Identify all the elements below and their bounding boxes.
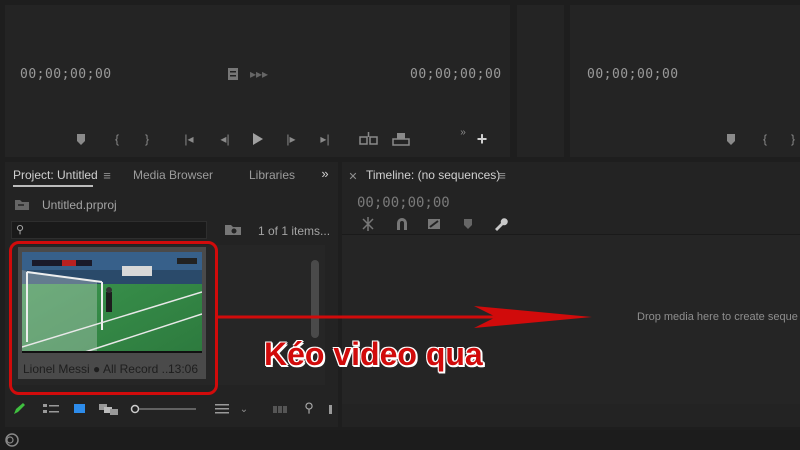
new-bin-icon[interactable] [224, 222, 242, 238]
tab-project-underline [13, 185, 93, 187]
insert-icon[interactable] [358, 130, 378, 148]
items-count: 1 of 1 items... [258, 224, 331, 238]
timeline-timecode[interactable]: 00;00;00;00 [357, 195, 450, 211]
program-mark-out-icon[interactable]: } [784, 130, 800, 148]
tab-project[interactable]: Project: Untitled [13, 168, 98, 182]
mark-in-icon[interactable]: { [108, 130, 126, 148]
step-back-icon[interactable]: ◂| [216, 130, 234, 148]
drop-media-hint: Drop media here to create seque [637, 311, 798, 323]
go-to-out-icon[interactable]: ▸| [316, 130, 334, 148]
nest-icon[interactable] [360, 216, 376, 232]
source-fast-forward-icon[interactable]: ▸▸▸ [250, 66, 268, 82]
status-bar [0, 430, 800, 450]
add-marker-icon[interactable] [72, 130, 90, 148]
mark-out-icon[interactable]: } [138, 130, 156, 148]
overwrite-icon[interactable] [390, 130, 410, 148]
list-view-icon[interactable] [42, 402, 60, 416]
sort-icons-icon[interactable] [214, 402, 230, 416]
automate-to-sequence-icon[interactable] [272, 402, 288, 416]
sort-chevron-down-icon[interactable]: ⌄ [238, 402, 250, 418]
source-timecode-out[interactable]: 00;00;00;00 [410, 67, 502, 82]
annotation-label: Kéo video qua [264, 336, 483, 372]
tab-media-browser[interactable]: Media Browser [133, 168, 213, 182]
program-add-marker-icon[interactable] [722, 130, 740, 148]
program-timecode[interactable]: 00;00;00;00 [587, 67, 679, 82]
timeline-menu-icon[interactable]: ≡ [496, 168, 508, 184]
more-tabs-icon[interactable]: » [318, 166, 332, 182]
find-icon[interactable]: ⚲ [302, 400, 316, 416]
search-icon: ⚲ [16, 224, 25, 236]
new-bin-small-icon[interactable] [328, 402, 336, 416]
step-forward-icon[interactable]: |▸ [282, 130, 300, 148]
pencil-icon[interactable] [12, 402, 28, 416]
project-folder-icon [14, 197, 30, 213]
freeform-view-icon[interactable] [98, 402, 120, 416]
linked-selection-icon[interactable] [426, 216, 442, 232]
timeline-marker-icon[interactable] [462, 218, 474, 230]
go-to-in-icon[interactable]: |◂ [180, 130, 198, 148]
play-icon[interactable] [248, 130, 266, 148]
program-mark-in-icon[interactable]: { [756, 130, 774, 148]
button-editor-plus-icon[interactable]: + [474, 130, 490, 148]
wrench-icon[interactable] [492, 216, 508, 232]
more-controls-icon[interactable]: » [457, 125, 469, 141]
timeline-close-icon[interactable]: ✕ [348, 169, 358, 185]
project-file-name: Untitled.prproj [42, 198, 117, 212]
clip-highlight-box [9, 241, 218, 395]
project-search-input[interactable]: ⚲ [11, 221, 207, 239]
program-monitor-left-strip [517, 5, 564, 157]
icon-view-icon[interactable] [72, 402, 88, 416]
drag-arrow [216, 306, 592, 328]
source-timecode-in[interactable]: 00;00;00;00 [20, 67, 112, 82]
tab-libraries[interactable]: Libraries [249, 168, 295, 182]
project-menu-icon[interactable]: ≡ [101, 168, 113, 184]
creative-cloud-icon[interactable] [4, 432, 20, 448]
zoom-slider[interactable] [130, 403, 200, 415]
snap-icon[interactable] [394, 216, 410, 232]
source-settings-icon[interactable] [226, 66, 240, 82]
timeline-title[interactable]: Timeline: (no sequences) [366, 168, 500, 182]
